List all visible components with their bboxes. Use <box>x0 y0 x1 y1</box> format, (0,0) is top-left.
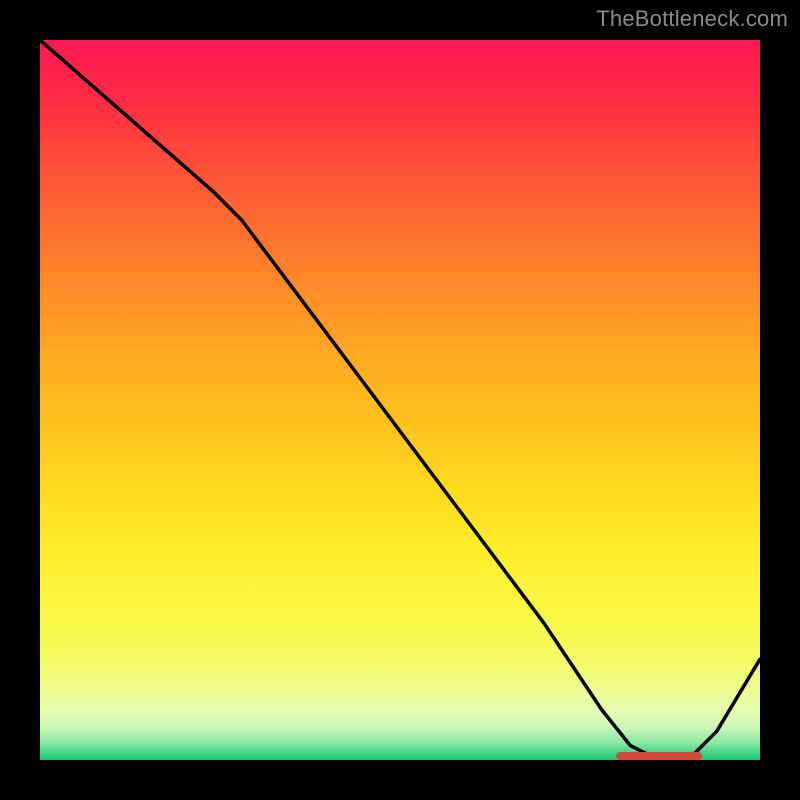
optimal-region-marker <box>616 752 702 760</box>
chart-stage: TheBottleneck.com <box>0 0 800 800</box>
watermark-text: TheBottleneck.com <box>596 6 788 32</box>
bottleneck-curve <box>40 40 760 760</box>
